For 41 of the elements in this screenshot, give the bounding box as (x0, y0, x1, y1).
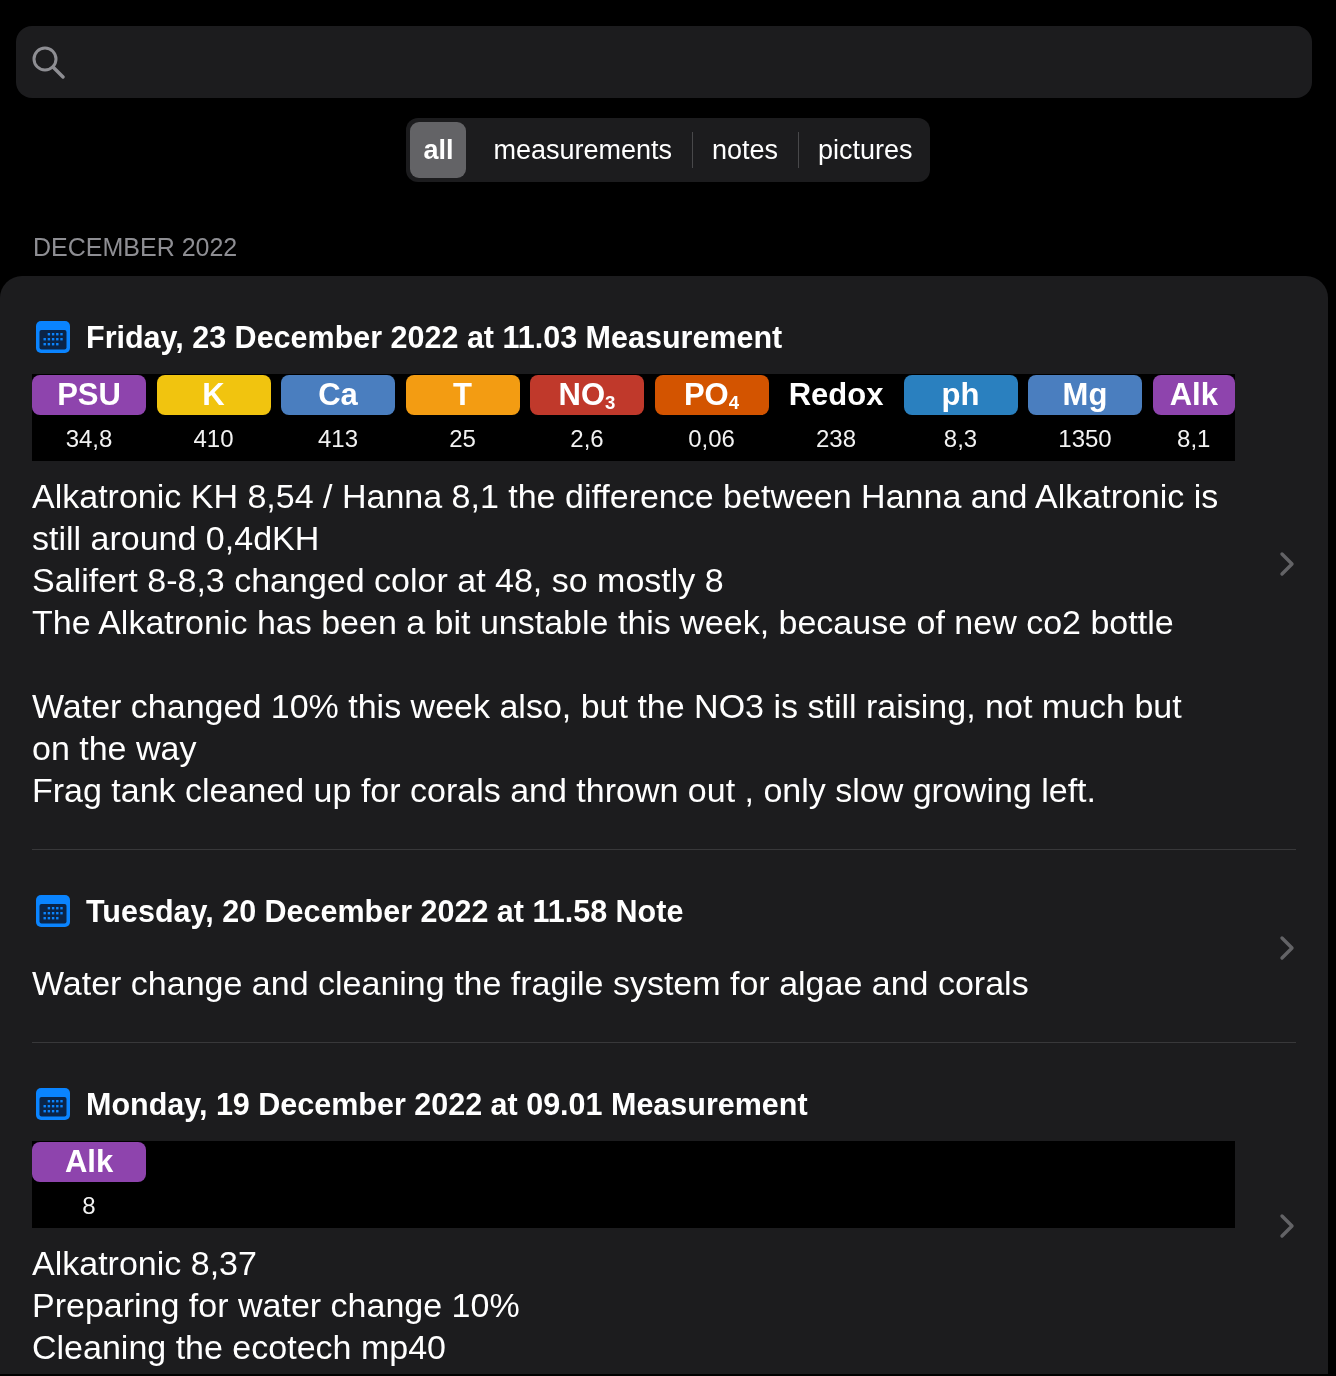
entry-note: Water change and cleaning the fragile system for algae and corals (32, 963, 1030, 1004)
entry-title: Monday, 19 December 2022 at 09.01 Measurement (86, 1086, 808, 1124)
search-icon (31, 45, 65, 79)
filter-tab[interactable]: pictures (805, 122, 926, 178)
entry-title: Friday, 23 December 2022 at 11.03 Measurement (86, 319, 783, 357)
parameter-badge: T (405, 375, 520, 415)
calendar-icon (36, 1088, 70, 1120)
parameter-badge: ph (903, 375, 1018, 415)
measurement-value: 25 (449, 425, 476, 453)
filter-tab[interactable]: all (410, 122, 467, 178)
chevron-right-icon[interactable] (1279, 551, 1295, 577)
entry-title: Tuesday, 20 December 2022 at 11.58 Note (86, 893, 684, 931)
measurement-value: 1350 (1058, 425, 1112, 453)
entry-note: Alkatronic 8,37 Preparing for water change 10% Cleaning the ecotech mp40 (32, 1243, 521, 1368)
measurement-value: 8,3 (943, 425, 978, 453)
measurement-value: 0,06 (688, 425, 735, 453)
parameter-badge: Alk (32, 1142, 146, 1182)
measurement-value: 34,8 (65, 425, 113, 453)
measurement-value: 8 (82, 1192, 96, 1220)
parameter-badge: NO$_{3}$ (530, 375, 644, 415)
filter-tab[interactable]: notes (699, 122, 792, 178)
measurement-value: 410 (193, 425, 234, 453)
measurement-value: 413 (317, 425, 358, 453)
parameter-badge: Alk (1152, 375, 1235, 415)
search-field[interactable] (16, 26, 1312, 98)
measurement-value: 238 (815, 425, 856, 453)
section-header: DECEMBER 2022 (33, 232, 239, 262)
parameter-badge: Mg (1028, 375, 1142, 415)
parameter-badge: K (156, 375, 271, 415)
measurement-value: 2,6 (570, 425, 604, 453)
calendar-icon (36, 895, 70, 927)
chevron-right-icon[interactable] (1279, 1213, 1295, 1239)
measurement-value: 8,1 (1177, 425, 1211, 453)
parameter-badge: PO$_{4}$ (654, 375, 769, 415)
filter-tab[interactable]: measurements (480, 122, 685, 178)
parameter-badge: Ca (281, 375, 395, 415)
parameter-label: Redox (787, 376, 885, 414)
entry-note: Alkatronic KH 8,54 / Hanna 8,1 the difference between Hanna and Alkatronic is still around 0,4dKH Salifert 8-8,3 changed color at 48, so mostly 8 The Alkatronic has been a bit unstable this week, because of new co2 bottle Water changed 10% this week also, but the NO3 is still raising, not much but on the way Frag tank cleaned up for corals and thrown out , only slow growing left. (32, 476, 1220, 811)
chevron-right-icon[interactable] (1279, 934, 1295, 961)
calendar-icon (36, 321, 70, 353)
parameter-badge: PSU (32, 375, 146, 415)
